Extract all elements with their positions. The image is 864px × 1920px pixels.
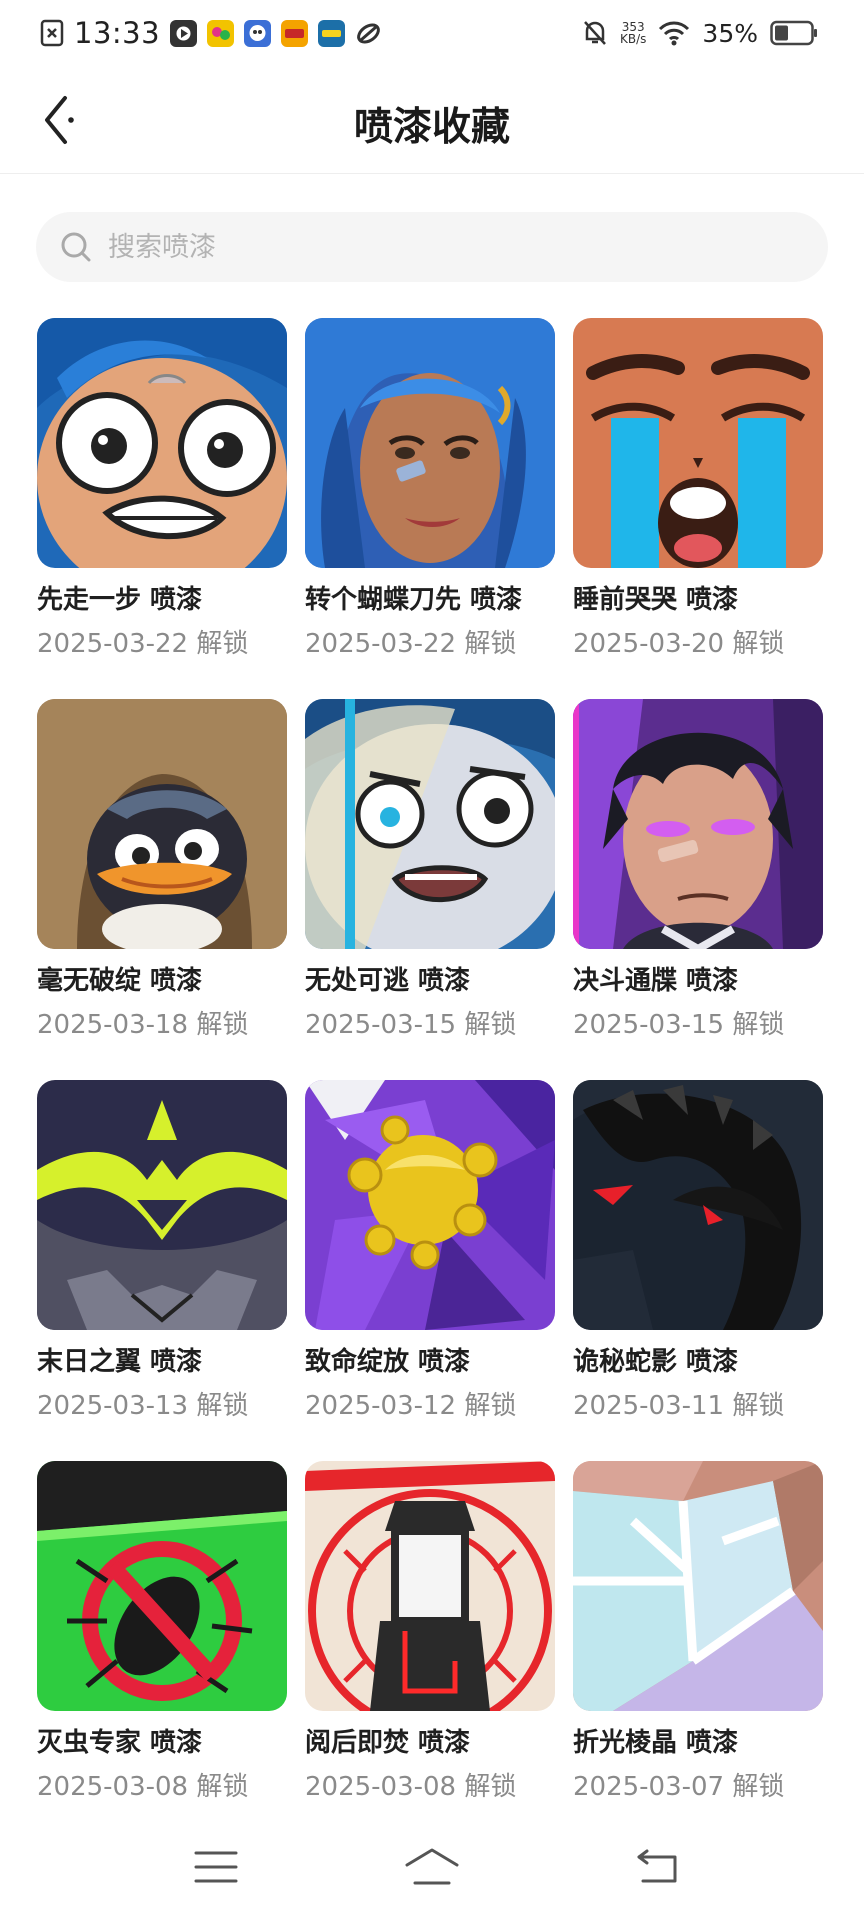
system-nav-bar bbox=[0, 1820, 864, 1920]
spray-thumbnail[interactable] bbox=[37, 1461, 287, 1711]
spray-thumbnail[interactable] bbox=[573, 1461, 823, 1711]
spray-unlock-date: 2025-03-22 解锁 bbox=[305, 629, 517, 659]
spray-card[interactable]: 灭虫专家 喷漆 2025-03-08 解锁 bbox=[37, 1461, 287, 1842]
home-icon bbox=[405, 1848, 459, 1885]
spray-unlock-date: 2025-03-07 解锁 bbox=[573, 1772, 785, 1802]
app-icon-1 bbox=[170, 19, 198, 47]
spray-unlock-date: 2025-03-08 解锁 bbox=[305, 1772, 517, 1802]
spray-thumbnail[interactable] bbox=[573, 1080, 823, 1330]
battery-percent: 35% bbox=[702, 18, 758, 48]
spray-card[interactable]: 无处可逃 喷漆 2025-03-15 解锁 bbox=[305, 699, 555, 1080]
spray-title: 无处可逃 喷漆 bbox=[305, 966, 471, 996]
spray-thumbnail[interactable] bbox=[573, 318, 823, 568]
status-bar: 13:33 353 KB/s 35% bbox=[0, 0, 864, 66]
status-left: 13:33 bbox=[40, 12, 382, 54]
status-time: 13:33 bbox=[74, 16, 161, 50]
spray-title: 诡秘蛇影 喷漆 bbox=[573, 1347, 739, 1377]
app-header: 喷漆收藏 bbox=[0, 66, 864, 174]
spray-card[interactable]: 先走一步 喷漆 2025-03-22 解锁 bbox=[37, 318, 287, 699]
spray-title: 灭虫专家 喷漆 bbox=[37, 1728, 203, 1758]
spray-title: 毫无破绽 喷漆 bbox=[37, 966, 203, 996]
spray-title: 先走一步 喷漆 bbox=[37, 585, 203, 615]
search-input[interactable] bbox=[108, 231, 788, 263]
search-icon bbox=[58, 229, 94, 265]
spray-card[interactable]: 睡前哭哭 喷漆 2025-03-20 解锁 bbox=[573, 318, 823, 699]
spray-unlock-date: 2025-03-15 解锁 bbox=[573, 1010, 785, 1040]
spray-thumbnail[interactable] bbox=[305, 1461, 555, 1711]
spray-thumbnail[interactable] bbox=[37, 1080, 287, 1330]
spray-unlock-date: 2025-03-12 解锁 bbox=[305, 1391, 517, 1421]
spray-card[interactable]: 诡秘蛇影 喷漆 2025-03-11 解锁 bbox=[573, 1080, 823, 1461]
spray-unlock-date: 2025-03-18 解锁 bbox=[37, 1010, 249, 1040]
notification-doc-icon bbox=[40, 19, 64, 47]
spray-title: 致命绽放 喷漆 bbox=[305, 1347, 471, 1377]
app-icon-6 bbox=[357, 22, 380, 44]
spray-thumbnail[interactable] bbox=[305, 318, 555, 568]
spray-unlock-date: 2025-03-13 解锁 bbox=[37, 1391, 249, 1421]
spray-grid: 先走一步 喷漆 2025-03-22 解锁 转个蝴蝶刀先 喷漆 2025-03-… bbox=[37, 318, 827, 1842]
spray-thumbnail[interactable] bbox=[305, 699, 555, 949]
status-right: 353 KB/s 35% bbox=[582, 12, 818, 54]
page-title: 喷漆收藏 bbox=[353, 105, 510, 150]
spray-card[interactable]: 折光棱晶 喷漆 2025-03-07 解锁 bbox=[573, 1461, 823, 1842]
app-icon-5 bbox=[318, 19, 346, 47]
app-icon-4 bbox=[281, 19, 309, 47]
spray-unlock-date: 2025-03-15 解锁 bbox=[305, 1010, 517, 1040]
spray-title: 折光棱晶 喷漆 bbox=[573, 1728, 739, 1758]
back-icon bbox=[637, 1849, 677, 1883]
network-speed-unit: KB/s bbox=[620, 32, 647, 46]
spray-unlock-date: 2025-03-11 解锁 bbox=[573, 1391, 785, 1421]
spray-thumbnail[interactable] bbox=[573, 699, 823, 949]
menu-icon bbox=[194, 1851, 238, 1883]
spray-unlock-date: 2025-03-22 解锁 bbox=[37, 629, 249, 659]
spray-card[interactable]: 末日之翼 喷漆 2025-03-13 解锁 bbox=[37, 1080, 287, 1461]
spray-thumbnail[interactable] bbox=[305, 1080, 555, 1330]
spray-card[interactable]: 致命绽放 喷漆 2025-03-12 解锁 bbox=[305, 1080, 555, 1461]
search-bar[interactable] bbox=[36, 212, 828, 282]
spray-card[interactable]: 阅后即焚 喷漆 2025-03-08 解锁 bbox=[305, 1461, 555, 1842]
spray-thumbnail[interactable] bbox=[37, 318, 287, 568]
spray-card[interactable]: 毫无破绽 喷漆 2025-03-18 解锁 bbox=[37, 699, 287, 1080]
menu-button[interactable] bbox=[186, 1842, 246, 1892]
spray-title: 转个蝴蝶刀先 喷漆 bbox=[305, 585, 523, 615]
home-button[interactable] bbox=[402, 1842, 462, 1892]
spray-title: 末日之翼 喷漆 bbox=[37, 1347, 203, 1377]
spray-card[interactable]: 转个蝴蝶刀先 喷漆 2025-03-22 解锁 bbox=[305, 318, 555, 699]
app-icon-3 bbox=[244, 19, 272, 47]
do-not-disturb-icon bbox=[584, 21, 606, 45]
spray-title: 决斗通牒 喷漆 bbox=[573, 966, 739, 996]
network-speed: 353 KB/s bbox=[620, 21, 646, 45]
spray-thumbnail[interactable] bbox=[37, 699, 287, 949]
spray-title: 睡前哭哭 喷漆 bbox=[573, 585, 739, 615]
spray-title: 阅后即焚 喷漆 bbox=[305, 1728, 471, 1758]
wifi-icon bbox=[659, 21, 690, 46]
spray-unlock-date: 2025-03-20 解锁 bbox=[573, 629, 785, 659]
app-icon-2 bbox=[207, 19, 235, 47]
battery-icon bbox=[770, 20, 817, 46]
back-nav-button[interactable] bbox=[628, 1842, 688, 1892]
spray-card[interactable]: 决斗通牒 喷漆 2025-03-15 解锁 bbox=[573, 699, 823, 1080]
spray-unlock-date: 2025-03-08 解锁 bbox=[37, 1772, 249, 1802]
